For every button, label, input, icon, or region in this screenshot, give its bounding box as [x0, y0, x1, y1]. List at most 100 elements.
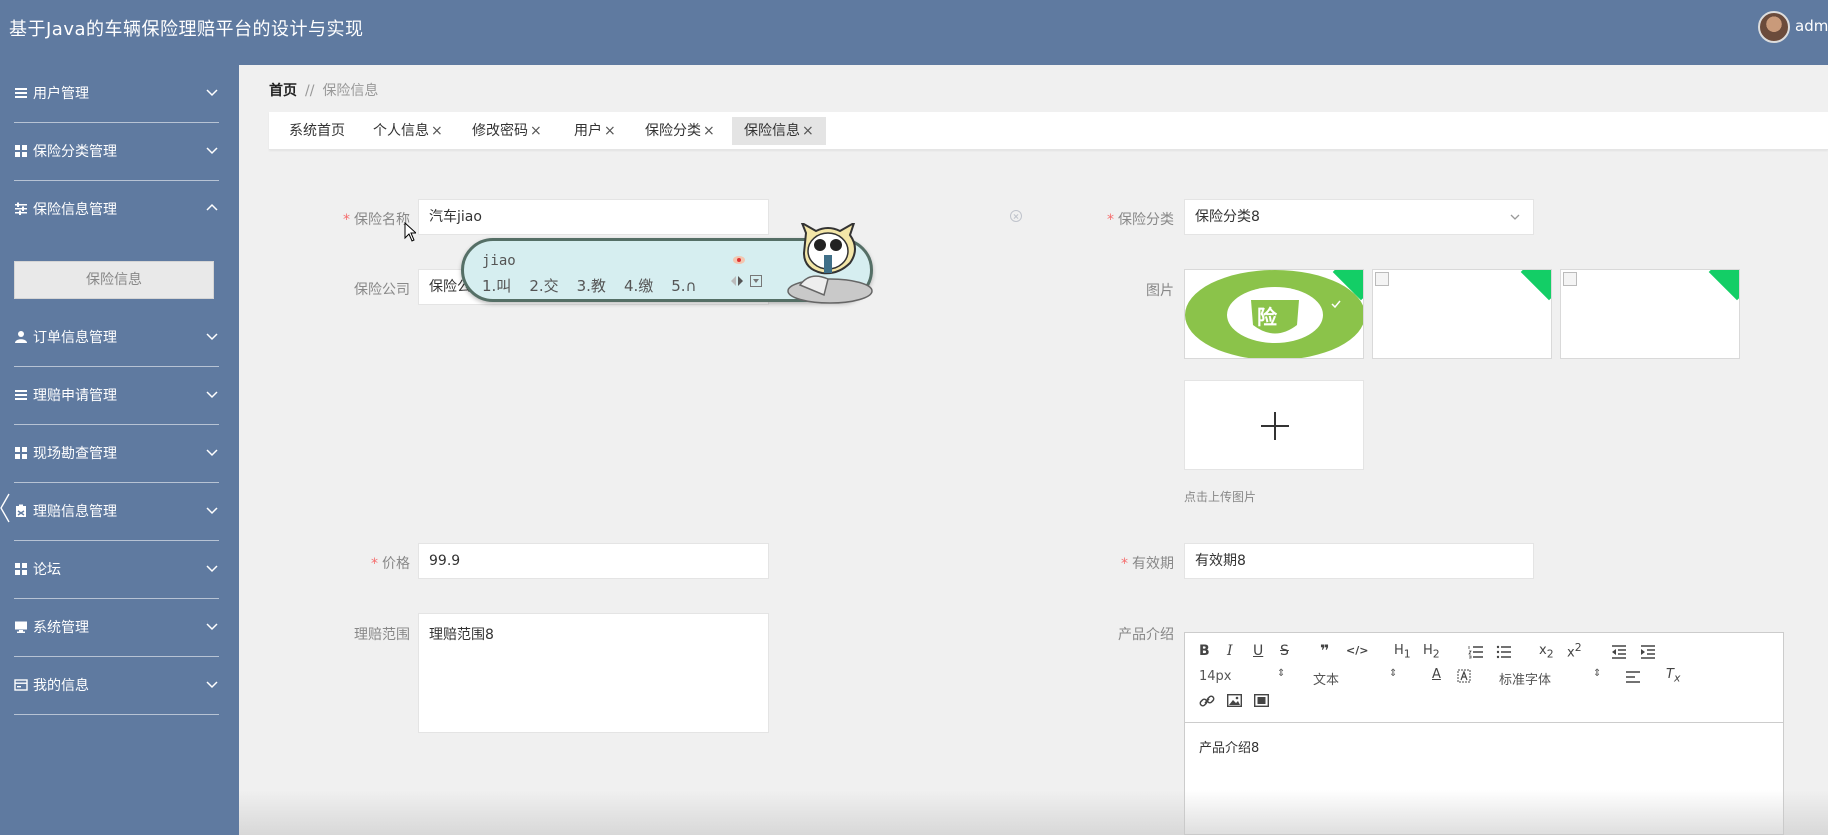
bullet-list-icon[interactable] [1496, 645, 1512, 659]
image-upload-button[interactable] [1184, 380, 1364, 470]
insurance-name-label: * 保险名称 [343, 212, 410, 228]
code-block-button[interactable]: </> [1346, 644, 1368, 657]
chevron-down-icon [206, 89, 218, 97]
check-icon [1331, 300, 1341, 309]
sidebar-item-insurance-category[interactable]: 保险分类管理 [0, 123, 239, 181]
required-mark: * [1107, 212, 1114, 228]
bold-button[interactable]: B [1199, 643, 1210, 659]
sort-icon[interactable]: ⇕ [1389, 668, 1397, 679]
sidebar-item-label: 论坛 [33, 562, 61, 578]
divider [14, 714, 219, 715]
underline-button[interactable]: U [1253, 643, 1263, 659]
sidebar-item-claim-application[interactable]: 理赔申请管理 [0, 367, 239, 425]
align-left-icon[interactable] [1625, 670, 1641, 684]
chevron-up-icon [206, 203, 218, 211]
ime-candidate[interactable]: 5.∩ [671, 277, 696, 295]
close-icon[interactable]: × [802, 123, 814, 139]
subscript-button[interactable]: x2 [1539, 643, 1554, 661]
sidebar-item-order-management[interactable]: 订单信息管理 [0, 309, 239, 367]
header-select[interactable]: 文本 [1313, 669, 1339, 688]
breadcrumb-separator: // [305, 83, 315, 99]
ime-candidate[interactable]: 2.交 [529, 277, 558, 295]
upload-success-badge [1708, 270, 1739, 301]
insurance-name-input[interactable]: 汽车jiao [418, 199, 769, 235]
tab-personal-info[interactable]: 个人信息 × [361, 117, 455, 145]
h2-button[interactable]: H2 [1423, 643, 1440, 661]
ime-page-arrows-icon[interactable] [730, 275, 744, 287]
sidebar-item-my-info[interactable]: 我的信息 [0, 657, 239, 715]
font-family-select[interactable]: 标准字体 [1499, 669, 1551, 688]
clear-format-button[interactable]: Tx [1666, 667, 1680, 685]
claim-scope-label: 理赔范围 [354, 627, 410, 643]
user-name[interactable]: adm [1795, 17, 1828, 35]
chevron-down-icon [206, 623, 218, 631]
validity-input[interactable]: 有效期8 [1184, 543, 1534, 579]
link-icon[interactable] [1199, 693, 1215, 709]
price-input[interactable]: 99.9 [418, 543, 769, 579]
video-icon[interactable] [1254, 694, 1269, 707]
sidebar-item-site-survey[interactable]: 现场勘查管理 [0, 425, 239, 483]
tab-change-password[interactable]: 修改密码 × [460, 117, 554, 145]
sort-icon[interactable]: ⇕ [1277, 668, 1285, 679]
ime-pinyin: jiao [482, 253, 516, 269]
indent-icon[interactable] [1640, 645, 1656, 659]
card-icon [14, 679, 28, 691]
tab-home[interactable]: 系统首页 [277, 117, 357, 145]
h1-button[interactable]: H1 [1394, 643, 1411, 661]
blockquote-button[interactable]: ❞ [1320, 641, 1329, 660]
image-thumbnail[interactable] [1372, 269, 1552, 359]
image-thumbnail[interactable] [1560, 269, 1740, 359]
close-icon[interactable]: × [703, 123, 715, 139]
tab-label: 保险分类 [645, 123, 701, 139]
grid-icon [15, 563, 27, 575]
ime-candidate[interactable]: 4.缴 [624, 277, 653, 295]
required-mark: * [1121, 556, 1128, 572]
user-avatar[interactable] [1758, 11, 1790, 43]
clear-icon[interactable] [1010, 210, 1022, 222]
editor-content[interactable]: 产品介绍8 [1199, 737, 1259, 756]
sort-icon[interactable]: ⇕ [1593, 668, 1601, 679]
upload-success-badge [1520, 270, 1551, 301]
sidebar-item-system-management[interactable]: 系统管理 [0, 599, 239, 657]
sidebar-item-claim-info[interactable]: 理赔信息管理 [0, 483, 239, 541]
strike-button[interactable]: S [1280, 643, 1289, 659]
chevron-down-icon [206, 391, 218, 399]
font-size-select[interactable]: 14px [1199, 669, 1232, 684]
superscript-button[interactable]: x2 [1567, 641, 1582, 660]
close-icon[interactable]: × [604, 123, 616, 139]
validity-label: * 有效期 [1121, 556, 1174, 572]
outdent-icon[interactable] [1611, 645, 1627, 659]
tab-label: 个人信息 [373, 123, 429, 139]
ordered-list-icon[interactable] [1468, 645, 1484, 659]
image-icon[interactable] [1227, 694, 1242, 707]
ime-candidate[interactable]: 3.教 [577, 277, 606, 295]
tab-insurance-info[interactable]: 保险信息 × [732, 117, 826, 145]
chevron-down-icon [206, 147, 218, 155]
sidebar-item-insurance-info[interactable]: 保险信息管理 [0, 181, 239, 239]
close-icon[interactable]: × [530, 123, 542, 139]
ime-candidate[interactable]: 1.叫 [482, 277, 511, 295]
bottom-shadow [239, 790, 1828, 835]
plus-icon [1261, 412, 1289, 440]
sidebar-item-user-management[interactable]: 用户管理 [0, 65, 239, 123]
ime-expand-icon[interactable] [750, 275, 762, 287]
tab-insurance-category[interactable]: 保险分类 × [633, 117, 727, 145]
claim-scope-textarea[interactable]: 理赔范围8 [418, 613, 769, 733]
close-icon[interactable]: × [431, 123, 443, 139]
insurance-category-select[interactable]: 保险分类8 [1184, 199, 1534, 235]
insurance-category-label: * 保险分类 [1107, 212, 1174, 228]
tab-user[interactable]: 用户 × [562, 117, 628, 145]
sliders-icon [15, 202, 27, 215]
background-color-icon[interactable] [1457, 669, 1471, 683]
chevron-down-icon[interactable] [1508, 210, 1522, 224]
chevron-down-icon [206, 449, 218, 457]
sidebar-item-forum[interactable]: 论坛 [0, 541, 239, 599]
breadcrumb-home[interactable]: 首页 [269, 83, 297, 99]
upload-hint: 点击上传图片 [1184, 490, 1257, 504]
image-thumbnail[interactable]: 险 [1184, 269, 1364, 359]
font-color-button[interactable]: A [1432, 667, 1441, 682]
sidebar-subitem-insurance-info[interactable]: 保险信息 [14, 261, 214, 299]
italic-button[interactable]: I [1227, 643, 1233, 659]
insurance-company-label: 保险公司 [354, 282, 410, 298]
collapse-sidebar-icon[interactable] [0, 493, 10, 523]
